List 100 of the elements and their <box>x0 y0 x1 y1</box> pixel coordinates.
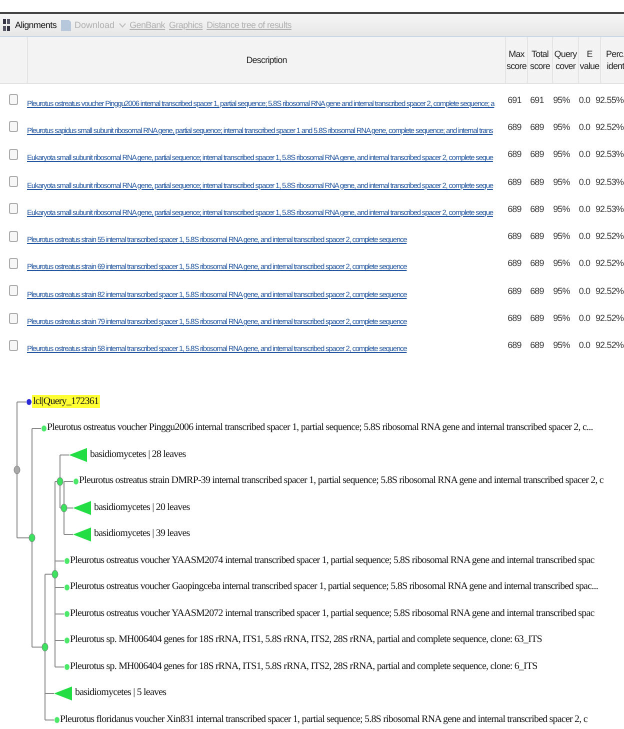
tree-label: Pleurotus sp. MH006404 genes for 18S rRNA, ITS1, 5.8S rRNA, ITS2, 28S rRNA, partial and complete sequence, clone: 63_ITS <box>70 633 542 646</box>
table-cell-text: 691 <box>529 94 545 105</box>
table-cell-text: 0.0 <box>578 122 592 132</box>
row-checkbox[interactable] <box>9 121 18 132</box>
table-cell-text: 95% <box>552 340 571 350</box>
query-label: lcl|Query_172361 <box>32 394 100 408</box>
table-cell-text: 689 <box>529 231 545 242</box>
tree-label: basidiomycetes | 20 leaves <box>94 500 190 514</box>
table-cell: 92.53% <box>595 149 624 160</box>
tree-node-icon[interactable] <box>42 425 46 432</box>
row-checkbox[interactable] <box>9 230 18 242</box>
table-cell-text: 689 <box>506 258 522 268</box>
row-checkbox[interactable] <box>9 176 18 188</box>
table-cell-text: 689 <box>506 231 522 242</box>
table-cell: 92.52% <box>595 286 624 296</box>
tree-node-icon[interactable] <box>64 584 70 590</box>
row-checkbox[interactable] <box>9 94 18 106</box>
table-cell-text: 689 <box>529 149 545 160</box>
table-cell-text: 0.0 <box>578 176 592 187</box>
table-cell-text: 95% <box>552 149 571 160</box>
row-checkbox[interactable] <box>9 258 18 269</box>
tree-node-icon[interactable] <box>64 558 70 564</box>
table-cell-text: 691 <box>506 94 522 105</box>
table-cell-text: 0.0 <box>578 340 592 350</box>
table-cell-text: 95% <box>552 231 571 242</box>
table-cell-text: 0.0 <box>578 313 592 324</box>
table-cell-text: 0.0 <box>578 286 592 296</box>
tree-node-icon[interactable] <box>14 466 20 474</box>
row-checkbox[interactable] <box>9 312 18 324</box>
table-cell-text: 689 <box>529 122 545 132</box>
column-header[interactable]: Query cover <box>552 37 578 83</box>
caret-icon[interactable] <box>118 22 126 28</box>
alignments-tab[interactable]: Alignments <box>15 20 57 30</box>
collapsed-group-icon[interactable] <box>54 686 72 700</box>
table-cell-text: 689 <box>529 340 545 350</box>
collapsed-group-icon[interactable] <box>73 500 91 515</box>
table-cell-text: 689 <box>529 204 545 214</box>
table-cell-text: 689 <box>529 176 545 187</box>
collapsed-group-icon[interactable] <box>73 527 91 542</box>
tree-label: basidiomycetes | 28 leaves <box>90 448 186 461</box>
table-cell-text: 0.0 <box>578 94 592 105</box>
tree-label: Pleurotus ostreatus voucher YAASM2074 internal transcribed spacer 1, partial sequence; 5.8S ribosomal RNA gene and internal transcribed spac <box>70 554 594 567</box>
table-cell-text: 689 <box>506 340 522 350</box>
tree-label: Pleurotus ostreatus voucher YAASM2072 internal transcribed spacer 1, partial sequence; 5.8S ribosomal RNA gene and internal transcribed spac <box>70 606 594 620</box>
tree-node-icon[interactable] <box>64 637 70 644</box>
table-cell-text: 95% <box>552 258 571 268</box>
collapsed-group-icon[interactable] <box>69 448 87 462</box>
tree-node-icon[interactable] <box>54 716 60 723</box>
table-cell-text: 689 <box>506 286 522 296</box>
table-cell-text: 689 <box>506 204 522 214</box>
table-cell-text: 0.0 <box>578 204 592 214</box>
tree-node-icon[interactable] <box>56 477 64 486</box>
table-cell: 92.53% <box>595 176 624 187</box>
tree-node-icon[interactable] <box>28 534 36 542</box>
table-cell-text: 0.0 <box>578 258 592 268</box>
table-cell-text: 689 <box>529 286 545 296</box>
tree-node-icon[interactable] <box>60 504 68 512</box>
tree-node-icon[interactable] <box>42 642 48 652</box>
table-cell: 92.52% <box>595 231 624 242</box>
row-checkbox[interactable] <box>9 285 18 296</box>
table-cell-text: 689 <box>506 149 522 160</box>
table-cell: 92.53% <box>595 204 624 214</box>
table-cell-text: 689 <box>506 122 522 132</box>
tree-node-icon[interactable] <box>64 610 70 617</box>
table-cell-text: 95% <box>552 286 571 296</box>
tree-label: Pleurotus ostreatus voucher Pinggu2006 internal transcribed spacer 1, partial sequence; 5.8S ribosomal RNA gene and internal transcribed spacer 2, c... <box>47 421 593 434</box>
table-cell-text: 95% <box>552 313 571 324</box>
tree-node-icon[interactable] <box>64 664 70 670</box>
tree-node-icon[interactable] <box>26 398 32 405</box>
tree-label: Pleurotus ostreatus voucher Gaopingceba internal transcribed spacer 1, partial sequence; 5.8S ribosomal RNA gene and internal transcribed spac... <box>70 580 598 594</box>
table-cell-text: 689 <box>506 313 522 324</box>
tree-label: Pleurotus floridanus voucher Xin831 internal transcribed spacer 1, partial sequence; 5.8S ribosomal RNA gene and internal transcribed spacer 2, c <box>60 712 588 726</box>
table-cell: 92.52% <box>595 340 624 350</box>
table-cell-text: 689 <box>506 176 522 187</box>
tree-label: basidiomycetes | 39 leaves <box>94 527 190 540</box>
table-cell-text: 0.0 <box>578 231 592 242</box>
table-cell-text: 95% <box>552 122 571 132</box>
table-cell-text: 689 <box>529 313 545 324</box>
column-header[interactable]: Max score <box>505 37 527 83</box>
table-cell: 92.52% <box>595 258 624 268</box>
row-checkbox[interactable] <box>9 148 18 160</box>
tree-label: Pleurotus ostreatus strain DMRP-39 internal transcribed spacer 1, partial sequence; 5.8S ribosomal RNA gene and internal transcribed spacer 2, c <box>79 474 604 488</box>
table-cell: 92.52% <box>595 122 624 132</box>
table-cell-text: 95% <box>552 204 571 214</box>
sort-icon[interactable] <box>3 19 11 31</box>
tree-label: Pleurotus sp. MH006404 genes for 18S rRNA, ITS1, 5.8S rRNA, ITS2, 28S rRNA, partial and complete sequence, clone: 6_ITS <box>70 660 538 673</box>
column-header[interactable]: Perc. ident <box>600 37 624 83</box>
table-cell-text: 689 <box>529 258 545 268</box>
column-header[interactable]: Total score <box>527 37 552 83</box>
table-cell-text: 0.0 <box>578 149 592 160</box>
table-cell: 92.52% <box>595 313 624 324</box>
row-checkbox[interactable] <box>9 340 18 351</box>
column-header[interactable]: Description <box>27 37 505 83</box>
tree-label: basidiomycetes | 5 leaves <box>75 686 166 700</box>
row-checkbox[interactable] <box>9 203 18 214</box>
tree-node-icon[interactable] <box>52 570 58 578</box>
tree-node-icon[interactable] <box>74 478 78 484</box>
table-cell: 92.55% <box>595 94 624 105</box>
column-header[interactable]: E value <box>578 37 600 83</box>
table-cell-text: 95% <box>552 176 571 187</box>
